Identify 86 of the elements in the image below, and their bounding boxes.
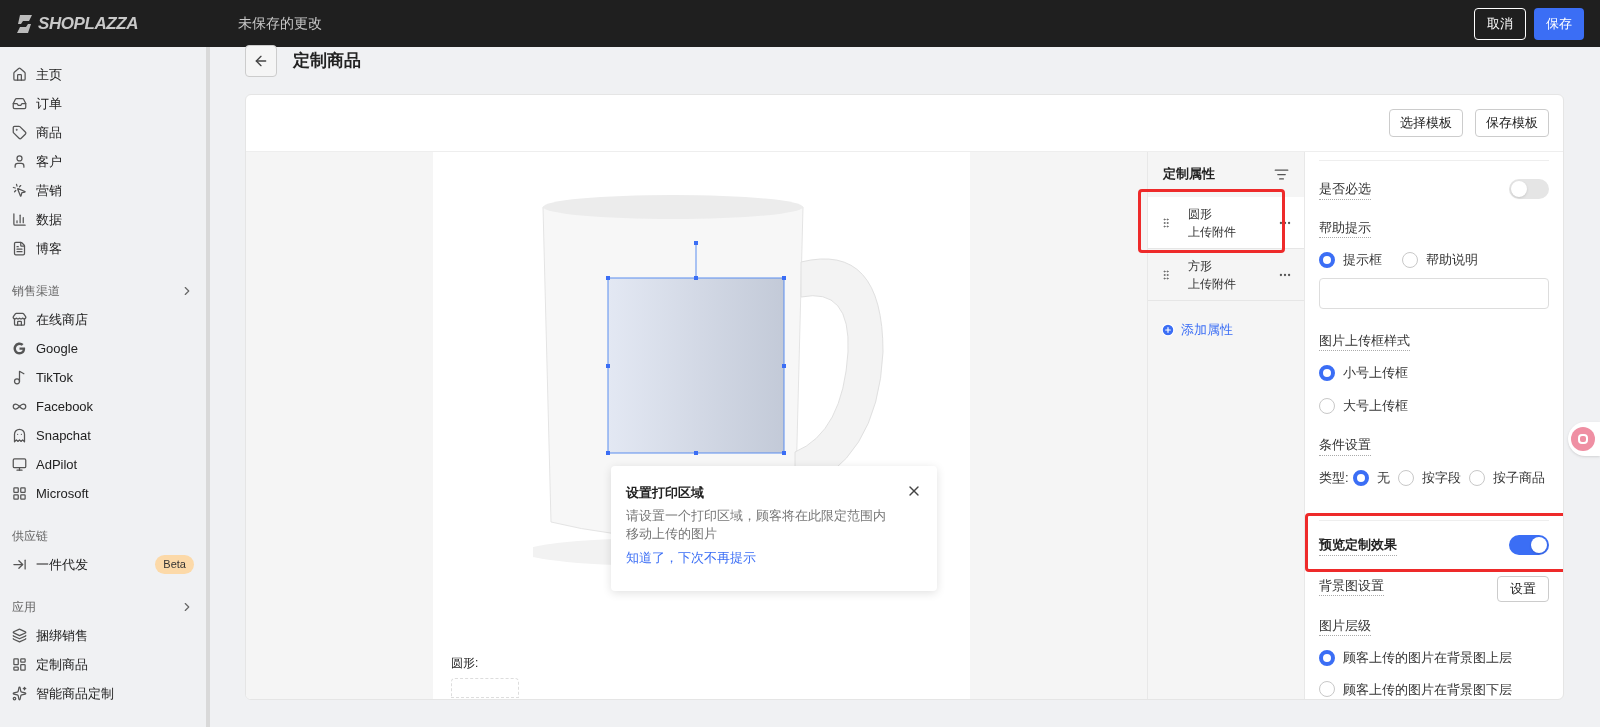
sidebar-item[interactable]: 智能商品定制: [12, 679, 198, 708]
panel-title: 定制属性: [1163, 166, 1215, 184]
sidebar-item[interactable]: 捆绑销售: [12, 621, 198, 650]
plus-circle-icon: [1161, 323, 1175, 338]
background-settings-button[interactable]: 设置: [1497, 575, 1549, 602]
field-label: 预览定制效果: [1319, 535, 1397, 556]
help-input[interactable]: [1319, 277, 1549, 309]
sidebar-item[interactable]: 博客: [12, 234, 198, 263]
radio-option[interactable]: 按字段: [1397, 467, 1461, 488]
monitor-icon: [12, 457, 27, 472]
add-attribute-link[interactable]: 添加属性: [1148, 321, 1246, 340]
music-note-icon: [12, 370, 27, 385]
cancel-button[interactable]: 取消: [1474, 7, 1526, 40]
sidebar-item[interactable]: Facebook: [12, 392, 198, 421]
radio-option[interactable]: 按子商品: [1468, 467, 1545, 488]
drag-handle-icon[interactable]: [1160, 216, 1172, 229]
arrow-in-icon: [12, 557, 27, 572]
arrow-left-icon: [253, 53, 269, 69]
field-label: 是否必选: [1319, 179, 1371, 200]
logo-icon: [16, 13, 34, 34]
field-label: 条件设置: [1319, 435, 1371, 456]
field-label: 帮助提示: [1319, 217, 1371, 238]
page-title: 定制商品: [293, 50, 361, 73]
attribute-type: 上传附件: [1188, 223, 1236, 241]
sparkles-icon: [12, 686, 27, 701]
g-letter-icon: [12, 341, 27, 356]
sidebar-item[interactable]: 订单: [12, 89, 198, 118]
template-button[interactable]: 保存模板: [1475, 109, 1549, 137]
field-label: 圆形:: [451, 655, 479, 672]
upload-field[interactable]: [451, 678, 519, 698]
store-icon: [12, 312, 27, 327]
type-label: 类型:: [1319, 468, 1349, 487]
sidebar-item[interactable]: 客户: [12, 147, 198, 176]
radio-option[interactable]: 顾客上传的图片在背景图上层: [1319, 648, 1549, 668]
layers-icon: [12, 628, 27, 643]
sidebar-item[interactable]: 在线商店: [12, 305, 198, 334]
sidebar-item[interactable]: 数据: [12, 205, 198, 234]
radio-option[interactable]: 小号上传框: [1319, 363, 1549, 383]
radio-option[interactable]: 顾客上传的图片在背景图下层: [1319, 679, 1549, 699]
section-heading: 销售渠道: [12, 282, 60, 300]
attribute-name: 方形: [1188, 257, 1213, 275]
bar-chart-icon: [12, 212, 27, 227]
template-button[interactable]: 选择模板: [1389, 109, 1463, 137]
grid-icon: [12, 486, 27, 501]
radio-option[interactable]: 无: [1352, 467, 1390, 488]
drag-handle-icon[interactable]: [1160, 268, 1172, 281]
toggle-switch[interactable]: [1509, 179, 1549, 200]
beta-badge: Beta: [155, 555, 194, 574]
logo-text: SHOPLAZZA: [38, 12, 139, 35]
sidebar-item[interactable]: 营销: [12, 176, 198, 205]
ghost-icon: [12, 428, 27, 443]
attribute-item[interactable]: 圆形 上传附件: [1148, 197, 1304, 249]
unsaved-status: 未保存的更改: [238, 14, 322, 33]
section-heading: 供应链: [12, 527, 48, 545]
sidebar-item[interactable]: 一件代发 Beta: [12, 550, 198, 579]
field-label: 图片上传框样式: [1319, 330, 1410, 352]
cursor-icon: [12, 183, 27, 198]
dashboard-icon: [12, 657, 27, 672]
sidebar-item[interactable]: 商品: [12, 118, 198, 147]
sidebar-item[interactable]: 主页: [12, 60, 198, 89]
home-icon: [12, 67, 27, 82]
document-icon: [12, 241, 27, 256]
toggle-switch[interactable]: [1509, 535, 1549, 556]
save-button[interactable]: 保存: [1534, 7, 1584, 40]
attribute-type: 上传附件: [1188, 275, 1236, 293]
popover-title: 设置打印区域: [626, 484, 704, 502]
dismiss-link[interactable]: 知道了，下次不再提示: [626, 548, 756, 568]
sidebar-item[interactable]: AdPilot: [12, 450, 198, 479]
radio-option[interactable]: 大号上传框: [1319, 395, 1549, 416]
field-label: 背景图设置: [1319, 575, 1384, 596]
back-button[interactable]: [245, 45, 277, 77]
sidebar-item[interactable]: Google: [12, 334, 198, 363]
tag-icon: [12, 125, 27, 140]
user-icon: [12, 154, 27, 169]
attribute-name: 圆形: [1188, 205, 1213, 223]
sidebar-item[interactable]: 定制商品: [12, 650, 198, 679]
section-heading: 应用: [12, 598, 36, 616]
sidebar-item[interactable]: Microsoft: [12, 479, 198, 508]
list-icon[interactable]: [1274, 167, 1289, 182]
radio-option[interactable]: 帮助说明: [1402, 250, 1478, 270]
popover-text: 请设置一个打印区域，顾客将在此限定范围内移动上传的图片: [626, 507, 887, 543]
sidebar-item[interactable]: Snapchat: [12, 421, 198, 450]
inbox-icon: [12, 96, 27, 111]
sidebar-item[interactable]: TikTok: [12, 363, 198, 392]
field-label: 图片层级: [1319, 615, 1371, 636]
radio-option[interactable]: 提示框: [1319, 250, 1382, 270]
